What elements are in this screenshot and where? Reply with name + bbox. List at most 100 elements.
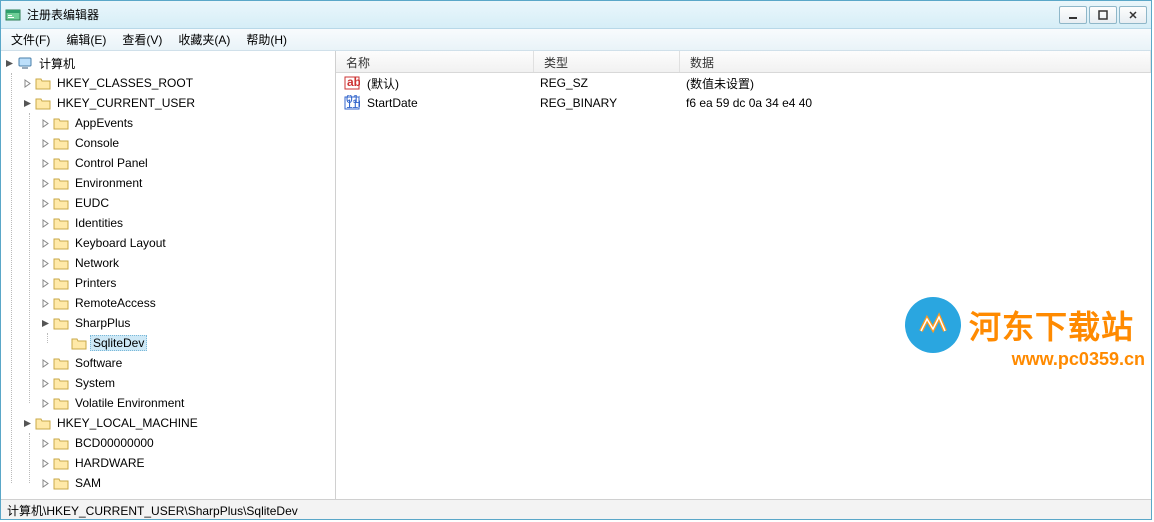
content: 计算机 HKEY_CLASSES_ROOT HKEY_CURRENT_USER … — [1, 51, 1151, 499]
close-button[interactable] — [1119, 6, 1147, 24]
tree-node[interactable]: Software — [39, 353, 335, 373]
tree-label: SharpPlus — [72, 315, 133, 331]
collapse-icon[interactable] — [39, 317, 51, 329]
collapse-icon[interactable] — [21, 417, 33, 429]
expand-icon[interactable] — [39, 157, 51, 169]
values-pane: 名称 类型 数据 ab(默认)REG_SZ(数值未设置)011110StartD… — [336, 51, 1151, 499]
tree-node-sqlitedev[interactable]: SqliteDev — [57, 333, 335, 353]
folder-icon — [35, 95, 51, 111]
tree-label: Volatile Environment — [72, 395, 187, 411]
tree-node[interactable]: SAM — [39, 473, 335, 493]
tree-node-computer[interactable]: 计算机 — [3, 53, 335, 73]
tree-node[interactable]: EUDC — [39, 193, 335, 213]
folder-icon — [53, 355, 69, 371]
statusbar: 计算机\HKEY_CURRENT_USER\SharpPlus\SqliteDe… — [1, 499, 1151, 519]
watermark-logo-icon — [905, 297, 961, 353]
window-title: 注册表编辑器 — [27, 6, 1057, 23]
binary-value-icon: 011110 — [344, 95, 360, 111]
folder-icon — [53, 475, 69, 491]
column-type[interactable]: 类型 — [534, 51, 680, 72]
expand-icon[interactable] — [39, 237, 51, 249]
tree-node[interactable]: HARDWARE — [39, 453, 335, 473]
value-data: (数值未设置) — [686, 75, 754, 92]
tree-node[interactable]: Control Panel — [39, 153, 335, 173]
expand-icon[interactable] — [39, 357, 51, 369]
tree-node[interactable]: Volatile Environment — [39, 393, 335, 413]
tree-label: Printers — [72, 275, 119, 291]
menu-help[interactable]: 帮助(H) — [238, 29, 295, 50]
column-name[interactable]: 名称 — [336, 51, 534, 72]
collapse-icon[interactable] — [3, 57, 15, 69]
list-row[interactable]: 011110StartDateREG_BINARYf6 ea 59 dc 0a … — [336, 93, 1151, 113]
expand-icon[interactable] — [39, 457, 51, 469]
tree-node[interactable]: Identities — [39, 213, 335, 233]
minimize-button[interactable] — [1059, 6, 1087, 24]
folder-icon — [53, 395, 69, 411]
tree-node[interactable]: Environment — [39, 173, 335, 193]
tree-label: Console — [72, 135, 122, 151]
titlebar[interactable]: 注册表编辑器 — [1, 1, 1151, 29]
window-controls — [1057, 6, 1147, 24]
tree-node[interactable]: Network — [39, 253, 335, 273]
list-row[interactable]: ab(默认)REG_SZ(数值未设置) — [336, 73, 1151, 93]
expand-icon[interactable] — [39, 117, 51, 129]
menu-file[interactable]: 文件(F) — [3, 29, 58, 50]
list-body[interactable]: ab(默认)REG_SZ(数值未设置)011110StartDateREG_BI… — [336, 73, 1151, 499]
expand-icon[interactable] — [39, 377, 51, 389]
maximize-button[interactable] — [1089, 6, 1117, 24]
tree-node[interactable]: RemoteAccess — [39, 293, 335, 313]
tree-node[interactable]: AppEvents — [39, 113, 335, 133]
string-value-icon: ab — [344, 75, 360, 91]
expand-icon[interactable] — [39, 217, 51, 229]
svg-text:ab: ab — [347, 75, 360, 89]
folder-icon — [71, 335, 87, 351]
tree-label: Identities — [72, 215, 126, 231]
expand-icon[interactable] — [39, 177, 51, 189]
menu-favorites[interactable]: 收藏夹(A) — [170, 29, 238, 50]
folder-icon — [53, 255, 69, 271]
expand-icon[interactable] — [39, 477, 51, 489]
expand-icon[interactable] — [39, 297, 51, 309]
tree-label: HARDWARE — [72, 455, 148, 471]
tree-label: Control Panel — [72, 155, 151, 171]
tree-node[interactable]: Keyboard Layout — [39, 233, 335, 253]
tree-label: Environment — [72, 175, 145, 191]
folder-icon — [53, 315, 69, 331]
collapse-icon[interactable] — [21, 97, 33, 109]
expand-icon[interactable] — [21, 77, 33, 89]
tree-node-hklm[interactable]: HKEY_LOCAL_MACHINE — [21, 413, 335, 433]
column-data[interactable]: 数据 — [680, 51, 1151, 72]
status-path: 计算机\HKEY_CURRENT_USER\SharpPlus\SqliteDe… — [7, 504, 298, 518]
folder-icon — [53, 375, 69, 391]
folder-icon — [53, 115, 69, 131]
tree-label: HKEY_CURRENT_USER — [54, 95, 198, 111]
folder-icon — [53, 275, 69, 291]
folder-icon — [53, 235, 69, 251]
expand-icon[interactable] — [39, 197, 51, 209]
tree-node[interactable]: SharpPlus — [39, 313, 335, 333]
tree-pane[interactable]: 计算机 HKEY_CLASSES_ROOT HKEY_CURRENT_USER … — [1, 51, 336, 499]
menu-view[interactable]: 查看(V) — [114, 29, 170, 50]
tree-label: BCD00000000 — [72, 435, 157, 451]
expand-icon[interactable] — [39, 137, 51, 149]
tree-node[interactable]: BCD00000000 — [39, 433, 335, 453]
folder-icon — [53, 435, 69, 451]
tree-label: HKEY_CLASSES_ROOT — [54, 75, 196, 91]
tree-node-hkcr[interactable]: HKEY_CLASSES_ROOT — [21, 73, 335, 93]
expand-icon[interactable] — [39, 257, 51, 269]
folder-icon — [53, 195, 69, 211]
menu-edit[interactable]: 编辑(E) — [58, 29, 114, 50]
tree-label: SAM — [72, 475, 104, 491]
expand-icon[interactable] — [39, 397, 51, 409]
watermark-url: www.pc0359.cn — [905, 349, 1145, 370]
folder-icon — [53, 455, 69, 471]
tree-node[interactable]: Printers — [39, 273, 335, 293]
expand-icon[interactable] — [39, 277, 51, 289]
tree-node-hkcu[interactable]: HKEY_CURRENT_USER — [21, 93, 335, 113]
tree-node[interactable]: Console — [39, 133, 335, 153]
expand-icon[interactable] — [39, 437, 51, 449]
tree-label: RemoteAccess — [72, 295, 159, 311]
tree-node[interactable]: System — [39, 373, 335, 393]
value-type: REG_SZ — [540, 76, 588, 90]
folder-icon — [35, 75, 51, 91]
